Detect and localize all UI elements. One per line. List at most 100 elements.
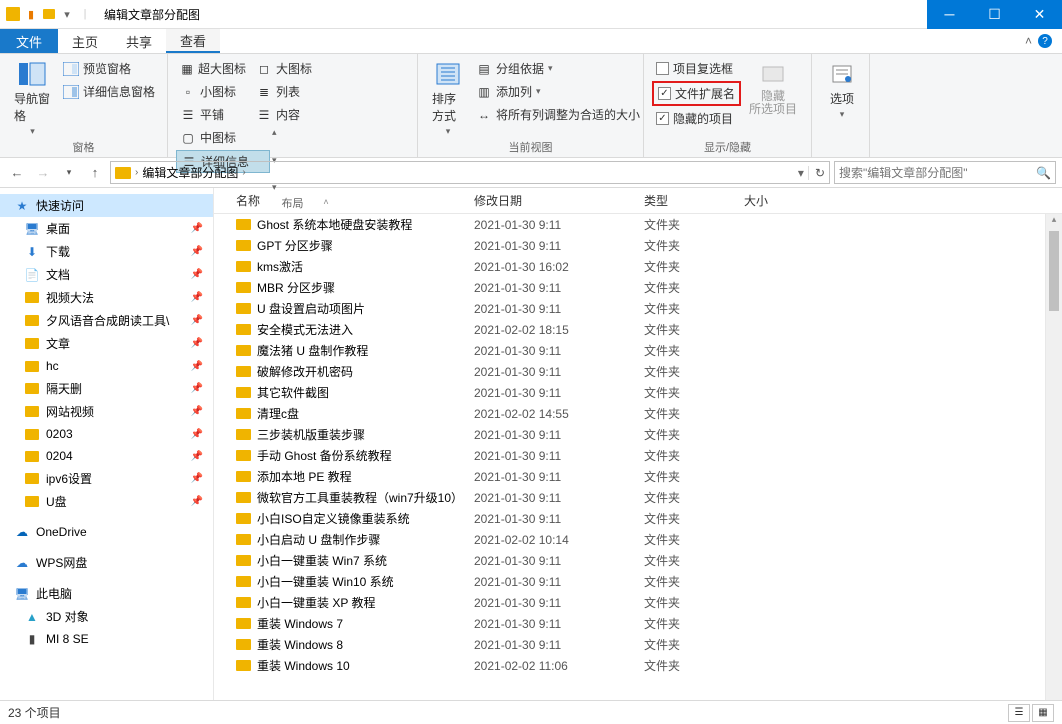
file-row[interactable]: 清理c盘2021-02-02 14:55文件夹 bbox=[214, 403, 1045, 424]
file-row[interactable]: 三步装机版重装步骤2021-01-30 9:11文件夹 bbox=[214, 424, 1045, 445]
view-large-icon[interactable]: ▦ bbox=[1032, 704, 1054, 722]
file-row[interactable]: Ghost 系统本地硬盘安装教程2021-01-30 9:11文件夹 bbox=[214, 214, 1045, 235]
view-details-icon[interactable]: ☰ bbox=[1008, 704, 1030, 722]
file-row[interactable]: 破解修改开机密码2021-01-30 9:11文件夹 bbox=[214, 361, 1045, 382]
sidebar-item[interactable]: 视频大法📌 bbox=[0, 286, 213, 309]
file-row[interactable]: kms激活2021-01-30 16:02文件夹 bbox=[214, 256, 1045, 277]
sidebar-item[interactable]: 🖥桌面📌 bbox=[0, 217, 213, 240]
qat-new-folder-icon[interactable] bbox=[42, 7, 56, 21]
file-row[interactable]: MBR 分区步骤2021-01-30 9:11文件夹 bbox=[214, 277, 1045, 298]
file-row[interactable]: 小白启动 U 盘制作步骤2021-02-02 10:14文件夹 bbox=[214, 529, 1045, 550]
layout-xl[interactable]: ▦超大图标 bbox=[176, 58, 250, 79]
layout-content[interactable]: ☰内容 bbox=[252, 104, 320, 125]
file-row[interactable]: 重装 Windows 102021-02-02 11:06文件夹 bbox=[214, 655, 1045, 676]
qat-properties-icon[interactable]: ▮ bbox=[24, 7, 38, 21]
col-size[interactable]: 大小 bbox=[744, 192, 824, 209]
file-row[interactable]: 其它软件截图2021-01-30 9:11文件夹 bbox=[214, 382, 1045, 403]
help-icon[interactable]: ? bbox=[1038, 34, 1052, 48]
sidebar-quick-access[interactable]: ★ 快速访问 bbox=[0, 194, 213, 217]
groupby-button[interactable]: ▤分组依据 ▾ bbox=[472, 58, 644, 79]
tab-home[interactable]: 主页 bbox=[58, 29, 112, 53]
tab-view[interactable]: 查看 bbox=[166, 29, 220, 53]
scrollbar[interactable]: ▴ bbox=[1045, 214, 1062, 700]
sidebar-item[interactable]: 网站视频📌 bbox=[0, 400, 213, 423]
sidebar-item[interactable]: hc📌 bbox=[0, 355, 213, 377]
search-icon[interactable]: 🔍 bbox=[1036, 166, 1051, 180]
file-row[interactable]: 小白一键重装 Win10 系统2021-01-30 9:11文件夹 bbox=[214, 571, 1045, 592]
file-row[interactable]: 小白ISO自定义镜像重装系统2021-01-30 9:11文件夹 bbox=[214, 508, 1045, 529]
item-icon: ▲ bbox=[24, 609, 40, 625]
col-name[interactable]: 名称 ˄ bbox=[214, 192, 474, 209]
folder-icon bbox=[236, 240, 251, 251]
layout-list[interactable]: ≣列表 bbox=[252, 81, 320, 102]
item-checkbox-toggle[interactable]: 项目复选框 bbox=[652, 58, 741, 79]
minimize-button[interactable]: ─ bbox=[927, 0, 972, 29]
sidebar-item[interactable]: ▲3D 对象 bbox=[0, 605, 213, 628]
hidden-items-toggle[interactable]: ✓隐藏的项目 bbox=[652, 108, 741, 129]
sidebar-wps[interactable]: ☁ WPS网盘 bbox=[0, 551, 213, 574]
file-ext-toggle[interactable]: ✓文件扩展名 bbox=[652, 81, 741, 106]
file-row[interactable]: GPT 分区步骤2021-01-30 9:11文件夹 bbox=[214, 235, 1045, 256]
forward-button[interactable]: → bbox=[32, 162, 54, 184]
layout-md[interactable]: ▢中图标 bbox=[176, 127, 270, 148]
sidebar-item[interactable]: ipv6设置📌 bbox=[0, 467, 213, 490]
collapse-ribbon-icon[interactable]: ˄ bbox=[1025, 34, 1032, 48]
folder-icon bbox=[236, 282, 251, 293]
sidebar-item[interactable]: 0203📌 bbox=[0, 423, 213, 445]
pc-icon: 🖥 bbox=[14, 586, 30, 602]
file-row[interactable]: U 盘设置启动项图片2021-01-30 9:11文件夹 bbox=[214, 298, 1045, 319]
sidebar-item[interactable]: 文章📌 bbox=[0, 332, 213, 355]
back-button[interactable]: ← bbox=[6, 162, 28, 184]
search-box[interactable]: 🔍 bbox=[834, 161, 1056, 184]
addcol-button[interactable]: ▥添加列 ▾ bbox=[472, 81, 644, 102]
details-pane-button[interactable]: 详细信息窗格 bbox=[59, 81, 159, 102]
sidebar-item[interactable]: ⬇下载📌 bbox=[0, 240, 213, 263]
sidebar-item[interactable]: ▮MI 8 SE bbox=[0, 628, 213, 650]
fitcols-button[interactable]: ↔将所有列调整为合适的大小 bbox=[472, 104, 644, 125]
star-icon: ★ bbox=[14, 198, 30, 214]
file-row[interactable]: 安全模式无法进入2021-02-02 18:15文件夹 bbox=[214, 319, 1045, 340]
file-row[interactable]: 手动 Ghost 备份系统教程2021-01-30 9:11文件夹 bbox=[214, 445, 1045, 466]
group-showhide-label: 显示/隐藏 bbox=[652, 139, 803, 155]
layout-sm[interactable]: ▫小图标 bbox=[176, 81, 250, 102]
item-icon bbox=[24, 448, 40, 464]
search-input[interactable] bbox=[839, 166, 1032, 180]
file-row[interactable]: 魔法猪 U 盘制作教程2021-01-30 9:11文件夹 bbox=[214, 340, 1045, 361]
options-button[interactable]: 选项 ▾ bbox=[820, 58, 864, 122]
layout-lg[interactable]: ◻大图标 bbox=[252, 58, 320, 79]
recent-dropdown[interactable]: ▾ bbox=[58, 162, 80, 184]
close-button[interactable]: ✕ bbox=[1017, 0, 1062, 29]
hide-selected-button[interactable]: 隐藏 所选项目 bbox=[743, 58, 803, 118]
tab-file[interactable]: 文件 bbox=[0, 29, 58, 53]
file-row[interactable]: 重装 Windows 82021-01-30 9:11文件夹 bbox=[214, 634, 1045, 655]
sidebar-item[interactable]: 📄文档📌 bbox=[0, 263, 213, 286]
sidebar-item[interactable]: U盘📌 bbox=[0, 490, 213, 513]
nav-pane-button[interactable]: 导航窗格 ▾ bbox=[8, 58, 57, 139]
refresh-icon[interactable]: ↻ bbox=[808, 166, 825, 180]
file-row[interactable]: 添加本地 PE 教程2021-01-30 9:11文件夹 bbox=[214, 466, 1045, 487]
tab-share[interactable]: 共享 bbox=[112, 29, 166, 53]
layout-scroll-up[interactable]: ▴ bbox=[272, 127, 277, 138]
sort-button[interactable]: 排序方式 ▾ bbox=[426, 58, 470, 139]
file-row[interactable]: 小白一键重装 Win7 系统2021-01-30 9:11文件夹 bbox=[214, 550, 1045, 571]
path-box[interactable]: › 编辑文章部分配图 › ▾ ↻ bbox=[110, 161, 830, 184]
sidebar-thispc[interactable]: 🖥 此电脑 bbox=[0, 582, 213, 605]
maximize-button[interactable]: ☐ bbox=[972, 0, 1017, 29]
layout-tile[interactable]: ☰平铺 bbox=[176, 104, 250, 125]
col-type[interactable]: 类型 bbox=[644, 192, 744, 209]
path-segment[interactable]: 编辑文章部分配图 bbox=[142, 164, 238, 181]
file-row[interactable]: 小白一键重装 XP 教程2021-01-30 9:11文件夹 bbox=[214, 592, 1045, 613]
col-date[interactable]: 修改日期 bbox=[474, 192, 644, 209]
qat-dropdown-icon[interactable]: ▾ bbox=[60, 7, 74, 21]
up-button[interactable]: ↑ bbox=[84, 162, 106, 184]
preview-pane-button[interactable]: 预览窗格 bbox=[59, 58, 159, 79]
path-dropdown-icon[interactable]: ▾ bbox=[798, 166, 804, 180]
folder-icon bbox=[236, 366, 251, 377]
sidebar-item[interactable]: 隔天删📌 bbox=[0, 377, 213, 400]
file-row[interactable]: 微软官方工具重装教程（win7升级10）2021-01-30 9:11文件夹 bbox=[214, 487, 1045, 508]
sidebar-onedrive[interactable]: ☁ OneDrive bbox=[0, 521, 213, 543]
sidebar-item[interactable]: 0204📌 bbox=[0, 445, 213, 467]
folder-icon bbox=[236, 471, 251, 482]
sidebar-item[interactable]: 夕风语音合成朗读工具\📌 bbox=[0, 309, 213, 332]
file-row[interactable]: 重装 Windows 72021-01-30 9:11文件夹 bbox=[214, 613, 1045, 634]
